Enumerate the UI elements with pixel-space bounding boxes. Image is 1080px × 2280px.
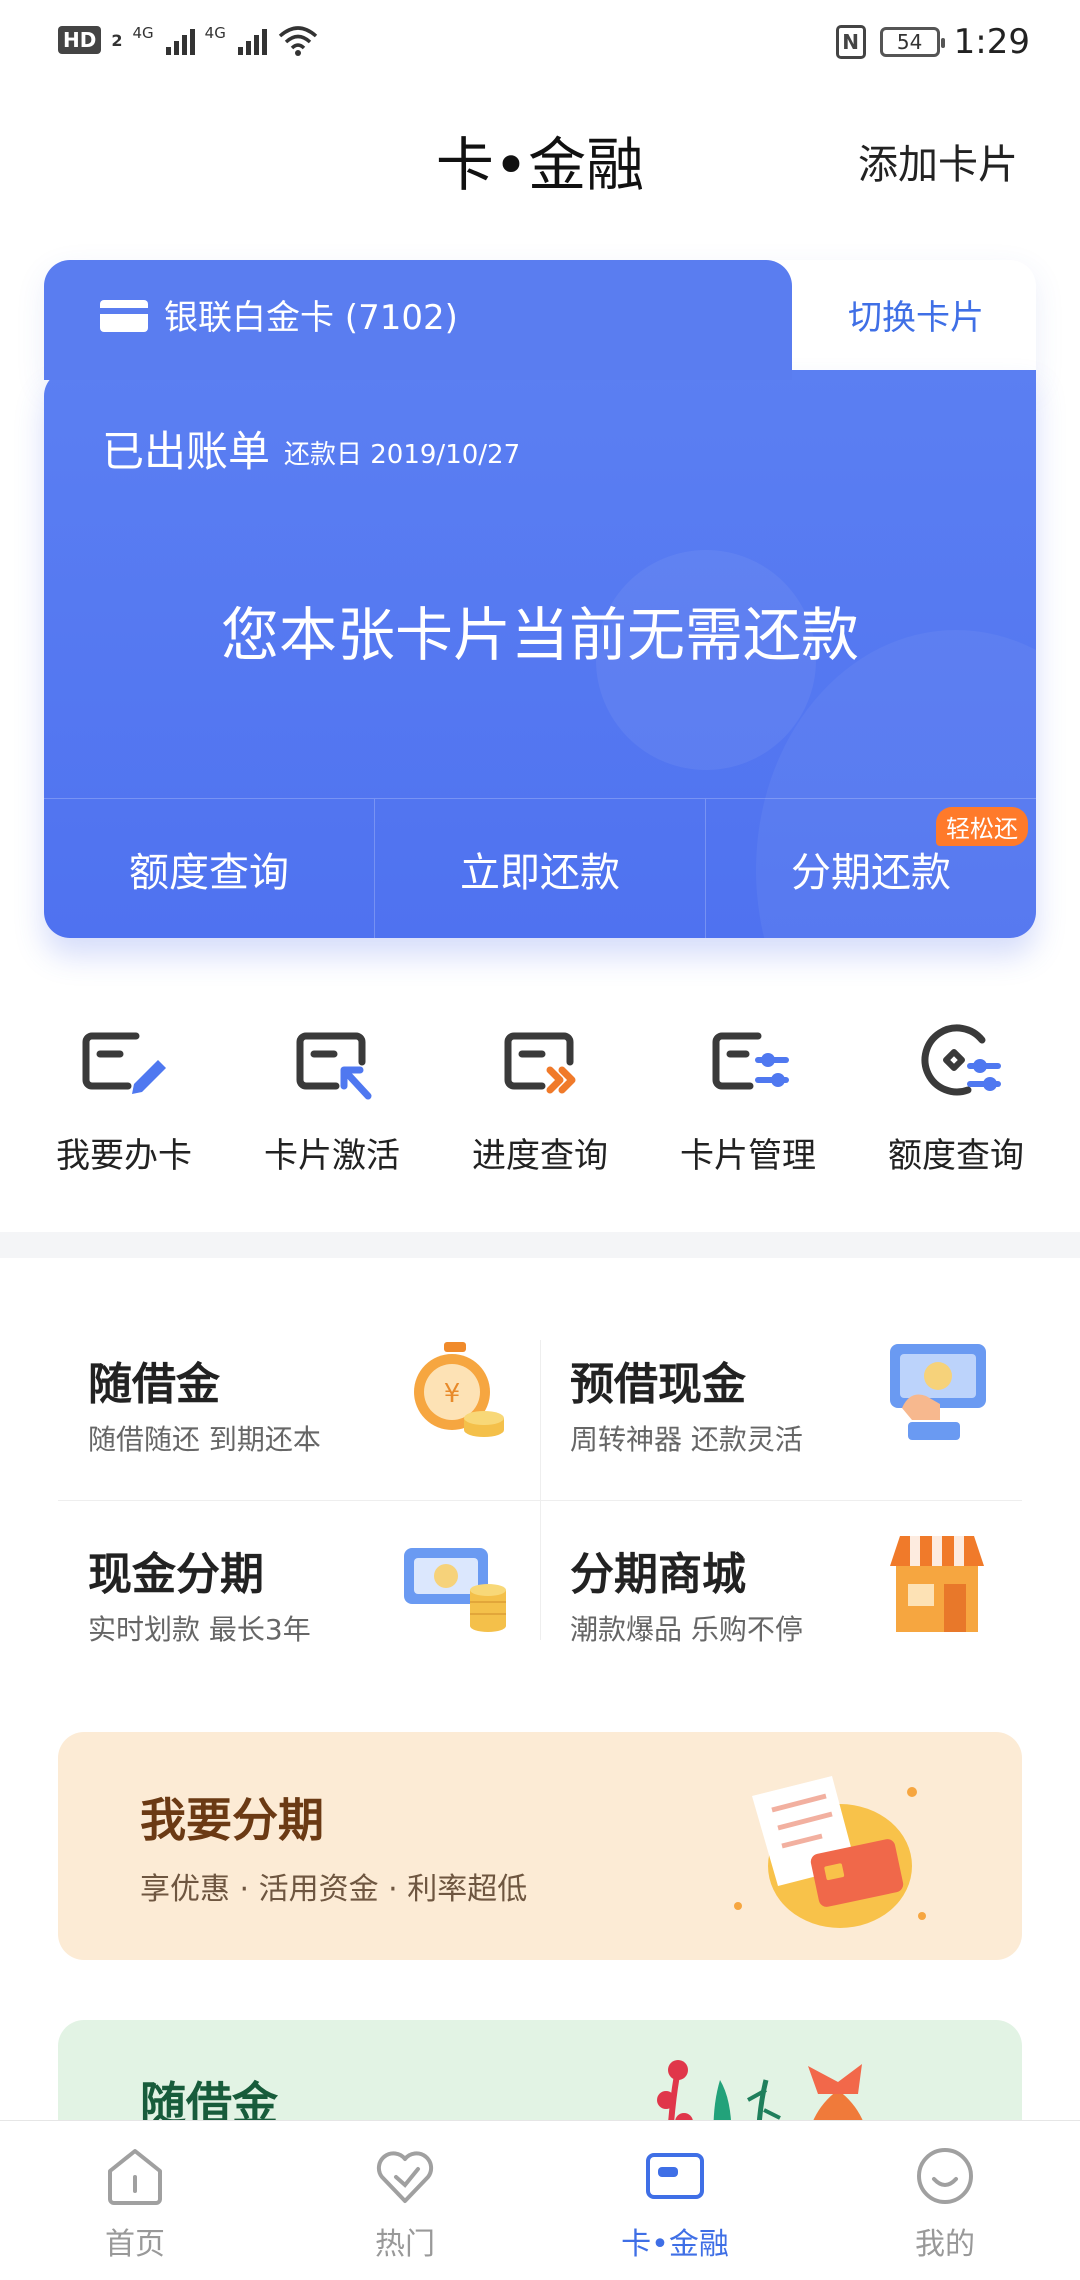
sim-slot: 2	[111, 30, 123, 50]
hd-badge: HD	[58, 26, 102, 54]
nav-home[interactable]: 首页	[0, 2121, 270, 2280]
card-action-label: 额度查询	[129, 849, 289, 896]
card-icon	[646, 2153, 704, 2199]
wifi-icon	[278, 26, 317, 56]
nav-label: 首页	[105, 2227, 165, 2262]
quick-action-quota-query[interactable]: 额度查询	[856, 1010, 1056, 1190]
finance-subtitle: 周转神器 还款灵活	[570, 1423, 803, 1456]
promo-installment-banner[interactable]: 我要分期 享优惠 · 活用资金 · 利率超低	[58, 1732, 1022, 1960]
finance-title: 分期商城	[570, 1549, 746, 1600]
finance-title: 预借现金	[570, 1359, 746, 1410]
store-icon	[890, 1536, 984, 1632]
finance-subtitle: 随借随还 到期还本	[88, 1423, 321, 1456]
finance-subtitle: 潮款爆品 乐购不停	[570, 1613, 803, 1646]
card-pen-icon	[82, 1032, 166, 1094]
status-right: N 54 1:29	[835, 22, 1030, 62]
finance-grid: 随借金 随借随还 到期还本 ¥ 预借现金 周转神器 还款灵活 现金分期 实时划款…	[58, 1310, 1022, 1650]
stopwatch-coins-icon: ¥	[414, 1342, 504, 1437]
profile-icon	[917, 2148, 973, 2204]
nav-label: 我的	[915, 2227, 975, 2262]
quick-action-card-management[interactable]: 卡片管理	[648, 1010, 848, 1190]
card-manage-icon	[712, 1032, 789, 1090]
quick-action-progress-query[interactable]: 进度查询	[440, 1010, 640, 1190]
bottom-nav: 首页 热门 卡•金融 我的	[0, 2120, 1080, 2280]
card-panel: 已出账单 还款日 2019/10/27 您本张卡片当前无需还款 额度查询 立即还…	[44, 260, 1036, 938]
banknote-coins-icon	[404, 1548, 506, 1632]
nav-card-finance[interactable]: 卡•金融	[540, 2121, 810, 2280]
finance-item-cash-installment[interactable]: 现金分期 实时划款 最长3年	[58, 1500, 540, 1670]
quota-query-icon	[921, 1024, 1001, 1096]
battery-level: 54	[896, 30, 923, 54]
installment-repay-button[interactable]: 分期还款 轻松还	[706, 799, 1036, 938]
promo-subtitle: 享优惠 · 活用资金 · 利率超低	[140, 1872, 528, 1907]
quick-action-apply-card[interactable]: 我要办卡	[24, 1010, 224, 1190]
due-date: 还款日 2019/10/27	[284, 440, 521, 470]
nav-label: 热门	[375, 2227, 435, 2262]
card-selector[interactable]: 银联白金卡 (7102)	[44, 260, 792, 380]
quick-action-label: 额度查询	[888, 1136, 1024, 1176]
add-card-button[interactable]: 添加卡片	[858, 132, 1018, 190]
quick-action-label: 卡片激活	[264, 1136, 400, 1176]
quick-action-label: 进度查询	[472, 1136, 608, 1176]
quick-action-label: 卡片管理	[680, 1136, 816, 1176]
clock: 1:29	[953, 22, 1030, 62]
hand-cash-icon	[890, 1344, 986, 1440]
quick-action-activate-card[interactable]: 卡片激活	[232, 1010, 432, 1190]
nav-mine[interactable]: 我的	[810, 2121, 1080, 2280]
finance-title: 随借金	[88, 1359, 220, 1410]
bill-card-illustration	[734, 1776, 926, 1928]
section-divider	[0, 1232, 1080, 1258]
header: 卡•金融 添加卡片	[0, 100, 1080, 210]
easy-repay-badge: 轻松还	[936, 807, 1028, 846]
nfc-icon: N	[835, 25, 866, 59]
quick-actions: 我要办卡 卡片激活 进度查询 卡片管理 额度查询	[0, 1010, 1080, 1190]
card-progress-icon	[504, 1032, 576, 1094]
promo-title: 我要分期	[140, 1793, 324, 1847]
signal-icon	[237, 25, 267, 55]
home-icon	[108, 2149, 162, 2205]
quick-action-label: 我要办卡	[56, 1136, 192, 1176]
network-type-2: 4G	[204, 24, 226, 42]
card-action-label: 立即还款	[460, 849, 620, 896]
nav-hot[interactable]: 热门	[270, 2121, 540, 2280]
repay-now-button[interactable]: 立即还款	[375, 799, 706, 938]
card-activate-icon	[296, 1032, 372, 1100]
switch-card-button[interactable]: 切换卡片	[848, 290, 984, 339]
quota-query-button[interactable]: 额度查询	[44, 799, 375, 938]
svg-text:¥: ¥	[444, 1379, 461, 1409]
heart-icon	[376, 2151, 434, 2203]
signal-icon	[165, 25, 195, 55]
finance-title: 现金分期	[88, 1549, 264, 1600]
status-bar: HD 2 4G 4G N 54 1:29	[0, 0, 1080, 92]
battery-icon: 54	[879, 27, 945, 57]
finance-item-installment-mall[interactable]: 分期商城 潮款爆品 乐购不停	[540, 1500, 1022, 1670]
card-action-label: 分期还款	[791, 849, 951, 896]
status-left: HD 2 4G 4G	[58, 24, 319, 56]
card-actions: 额度查询 立即还款 分期还款 轻松还	[44, 798, 1036, 938]
card-body: 已出账单 还款日 2019/10/27 您本张卡片当前无需还款 额度查询 立即还…	[44, 370, 1036, 938]
bill-status: 已出账单	[102, 427, 271, 476]
finance-item-advance-cash[interactable]: 预借现金 周转神器 还款灵活	[540, 1310, 1022, 1480]
finance-subtitle: 实时划款 最长3年	[88, 1613, 311, 1646]
finance-item-sui-jie-jin[interactable]: 随借金 随借随还 到期还本 ¥	[58, 1310, 540, 1480]
nav-label: 卡•金融	[621, 2227, 729, 2262]
card-name: 银联白金卡 (7102)	[164, 298, 458, 338]
credit-card-icon	[100, 300, 148, 332]
network-type-1: 4G	[132, 24, 154, 42]
repayment-message: 您本张卡片当前无需还款	[220, 601, 859, 669]
